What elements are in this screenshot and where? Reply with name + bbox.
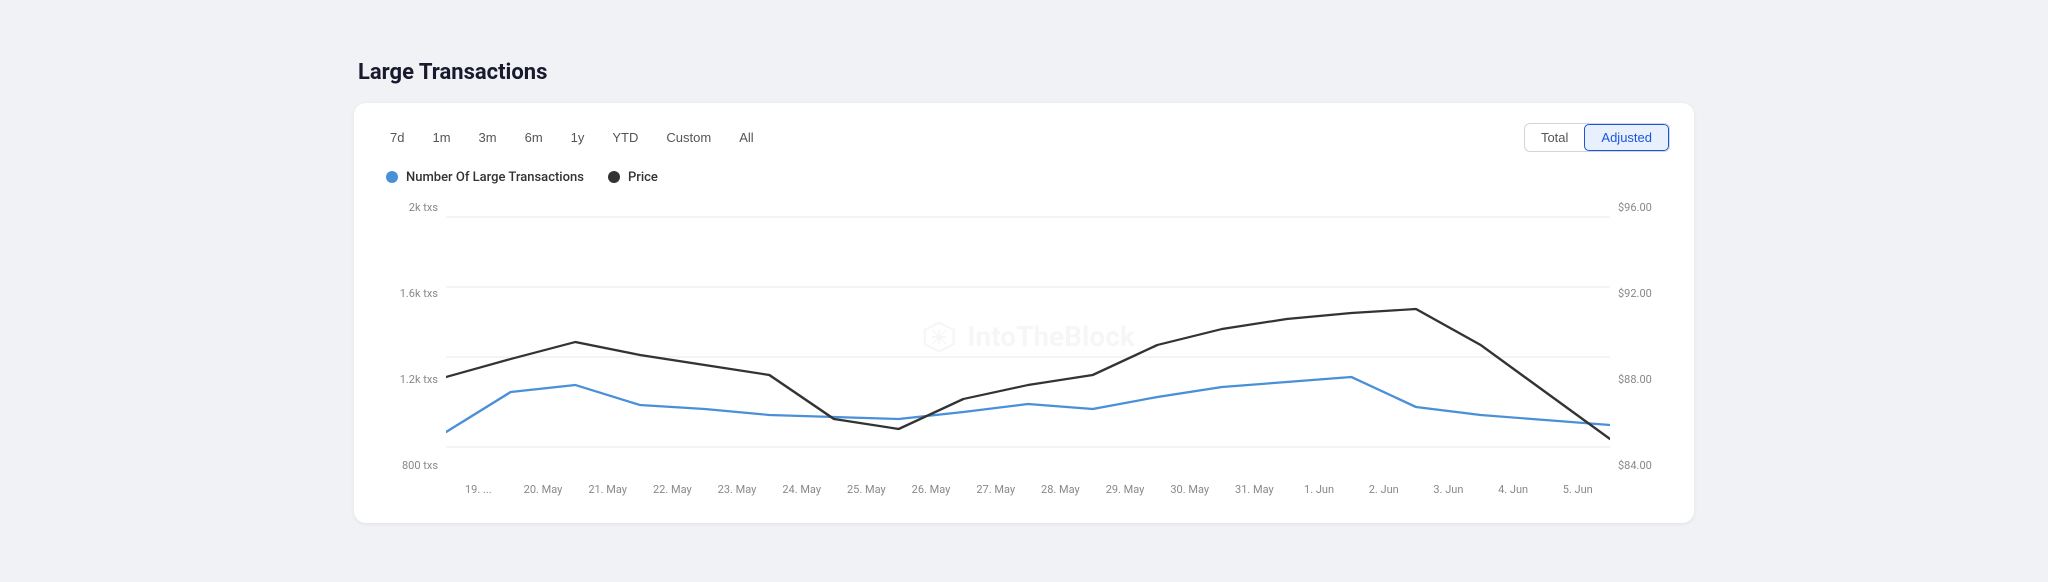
view-toggle: Total Adjusted xyxy=(1524,123,1670,152)
filter-7d[interactable]: 7d xyxy=(378,125,416,150)
y-label-1: 2k txs xyxy=(378,201,446,214)
x-label-11: 30. May xyxy=(1157,483,1222,496)
legend-label-transactions: Number Of Large Transactions xyxy=(406,170,584,185)
legend-dot-transactions xyxy=(386,171,398,183)
toggle-total[interactable]: Total xyxy=(1525,124,1584,151)
x-label-12: 31. May xyxy=(1222,483,1287,496)
x-label-17: 5. Jun xyxy=(1545,483,1610,496)
y-axis-right: $96.00 $92.00 $88.00 $84.00 xyxy=(1610,197,1670,477)
x-label-10: 29. May xyxy=(1093,483,1158,496)
controls-row: 7d 1m 3m 6m 1y YTD Custom All Total Adju… xyxy=(378,123,1670,152)
x-axis: 19. ... 20. May 21. May 22. May 23. May … xyxy=(446,479,1610,507)
x-label-4: 23. May xyxy=(705,483,770,496)
y-label-right-1: $96.00 xyxy=(1610,201,1670,214)
filter-all[interactable]: All xyxy=(727,125,765,150)
y-label-right-4: $84.00 xyxy=(1610,459,1670,472)
filter-custom[interactable]: Custom xyxy=(654,125,723,150)
dark-line xyxy=(446,309,1610,439)
x-label-7: 26. May xyxy=(899,483,964,496)
filter-1m[interactable]: 1m xyxy=(420,125,462,150)
y-label-4: 800 txs xyxy=(378,459,446,472)
legend-item-price: Price xyxy=(608,170,658,185)
y-label-right-3: $88.00 xyxy=(1610,373,1670,386)
main-card: 7d 1m 3m 6m 1y YTD Custom All Total Adju… xyxy=(354,103,1694,523)
page-wrapper: Large Transactions 7d 1m 3m 6m 1y YTD Cu… xyxy=(324,40,1724,543)
filter-6m[interactable]: 6m xyxy=(513,125,555,150)
legend: Number Of Large Transactions Price xyxy=(378,170,1670,185)
x-label-5: 24. May xyxy=(769,483,834,496)
x-label-3: 22. May xyxy=(640,483,705,496)
y-label-2: 1.6k txs xyxy=(378,287,446,300)
x-label-14: 2. Jun xyxy=(1351,483,1416,496)
y-label-3: 1.2k txs xyxy=(378,373,446,386)
y-label-right-2: $92.00 xyxy=(1610,287,1670,300)
toggle-adjusted[interactable]: Adjusted xyxy=(1584,124,1669,151)
legend-item-transactions: Number Of Large Transactions xyxy=(386,170,584,185)
x-label-9: 28. May xyxy=(1028,483,1093,496)
filter-3m[interactable]: 3m xyxy=(467,125,509,150)
chart-svg xyxy=(446,197,1610,477)
x-label-0: 19. ... xyxy=(446,483,511,496)
page-title: Large Transactions xyxy=(354,60,1694,85)
legend-dot-price xyxy=(608,171,620,183)
x-label-16: 4. Jun xyxy=(1481,483,1546,496)
x-label-1: 20. May xyxy=(511,483,576,496)
x-label-8: 27. May xyxy=(963,483,1028,496)
svg-chart-area: IntoTheBlock xyxy=(446,197,1610,477)
filter-ytd[interactable]: YTD xyxy=(600,125,650,150)
filter-1y[interactable]: 1y xyxy=(559,125,597,150)
x-label-6: 25. May xyxy=(834,483,899,496)
time-filters: 7d 1m 3m 6m 1y YTD Custom All xyxy=(378,125,766,150)
legend-label-price: Price xyxy=(628,170,658,185)
x-label-15: 3. Jun xyxy=(1416,483,1481,496)
y-axis-left: 2k txs 1.6k txs 1.2k txs 800 txs xyxy=(378,197,446,477)
chart-container: 2k txs 1.6k txs 1.2k txs 800 txs $96.00 … xyxy=(378,197,1670,507)
x-label-2: 21. May xyxy=(575,483,640,496)
x-label-13: 1. Jun xyxy=(1287,483,1352,496)
